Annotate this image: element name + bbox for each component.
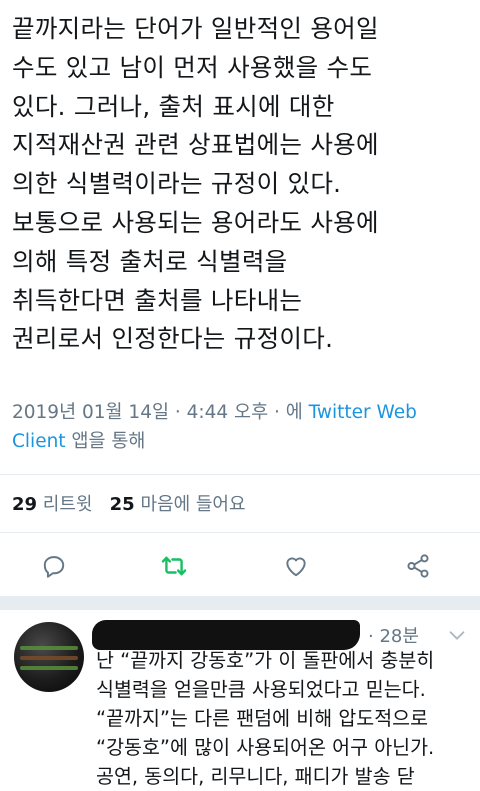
tweet-actions — [0, 548, 480, 584]
reply-text: 난 “끝까지 강동호”가 이 돌판에서 충분히 식별력을 얻을만큼 사용되었다고… — [96, 649, 435, 788]
heart-icon — [286, 557, 306, 577]
tweet-stats: 29 리트윗 25 마음에 들어요 — [12, 490, 246, 516]
share-icon — [407, 554, 429, 578]
chevron-down-icon[interactable] — [446, 624, 468, 646]
tweet-date: 2019년 01월 14일 · 4:44 오후 · 에 — [12, 402, 309, 423]
section-gap — [0, 596, 480, 610]
retweet-icon — [161, 556, 187, 576]
retweet-count[interactable]: 29 — [12, 494, 37, 515]
like-count[interactable]: 25 — [110, 494, 135, 515]
reply-icon — [43, 556, 65, 578]
reply-button[interactable] — [36, 548, 72, 584]
like-label[interactable]: 마음에 들어요 — [140, 494, 245, 515]
divider — [0, 474, 480, 475]
share-button[interactable] — [400, 548, 436, 584]
reply-time: · 28분 — [368, 626, 419, 647]
tweet-meta: 2019년 01월 14일 · 4:44 오후 · 에 Twitter Web … — [12, 398, 472, 456]
like-button[interactable] — [278, 548, 314, 584]
client-suffix: 앱을 통해 — [65, 431, 146, 452]
retweet-label[interactable]: 리트윗 — [43, 494, 93, 515]
tweet-text: 끝까지라는 단어가 일반적인 용어일 수도 있고 남이 먼저 사용했을 수도 있… — [12, 14, 379, 354]
reply-tweet[interactable]: · 28분 난 “끝까지 강동호”가 이 돌판에서 충분히 식별력을 얻을만큼 … — [0, 610, 480, 788]
divider — [0, 532, 480, 533]
avatar[interactable] — [14, 622, 84, 692]
retweet-button[interactable] — [156, 548, 192, 584]
